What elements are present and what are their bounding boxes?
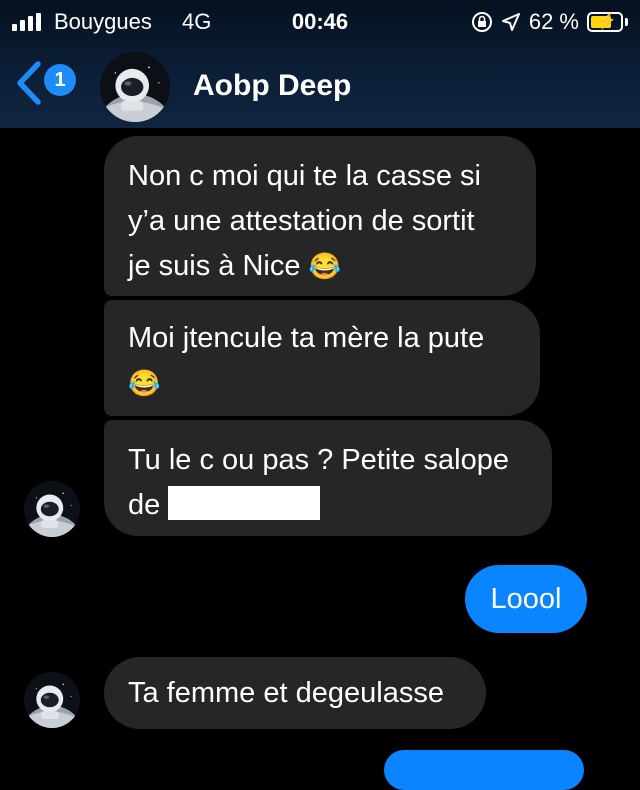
message-line: Non c moi qui te la casse si [128,160,481,192]
incoming-message[interactable]: Moi jtencule ta mère la pute 😂 [104,300,540,416]
status-right: 62 % ⚡ [471,9,628,35]
status-bar: Bouygues 4G 00:46 62 % ⚡ [0,0,640,44]
incoming-message[interactable]: Ta femme et degeulasse [104,657,486,729]
outgoing-message[interactable]: Loool [465,565,587,633]
battery-tip [625,18,628,26]
message-line: y’a une attestation de sortit [128,205,475,237]
location-arrow-icon [501,13,520,31]
contact-avatar[interactable] [100,52,170,122]
message-line: Moi jtencule ta mère la pute [128,322,485,354]
message-line: 😂 [128,361,540,406]
astronaut-avatar-icon [24,672,80,728]
message-line: Tu le c ou pas ? Petite salope [128,444,509,476]
message-line: je suis à Nice 😂 [128,244,536,289]
back-chevron-icon[interactable] [12,60,48,106]
battery-percent: 62 % [528,9,579,34]
chat-header: Bouygues 4G 00:46 62 % ⚡ 1 Aobp Deep [0,0,640,128]
outgoing-message-partial[interactable] [384,750,584,790]
contact-name[interactable]: Aobp Deep [193,69,351,103]
rotation-lock-icon [471,12,492,32]
astronaut-avatar-icon [100,52,170,122]
sender-avatar[interactable] [24,672,80,728]
astronaut-avatar-icon [24,481,80,537]
message-line: de [128,483,552,528]
tears-of-joy-emoji: 😂 [308,251,341,281]
battery-icon: ⚡ [587,12,623,32]
incoming-message[interactable]: Tu le c ou pas ? Petite salope de [104,420,552,536]
message-text: de [128,489,161,521]
sender-avatar[interactable] [24,481,80,537]
message-text: je suis à Nice [128,250,301,282]
tears-of-joy-emoji: 😂 [128,368,161,398]
message-line: Ta femme et degeulasse [128,677,444,709]
redacted-block [168,486,321,520]
incoming-message[interactable]: Non c moi qui te la casse si y’a une att… [104,136,536,296]
unread-count-badge[interactable]: 1 [44,64,76,96]
